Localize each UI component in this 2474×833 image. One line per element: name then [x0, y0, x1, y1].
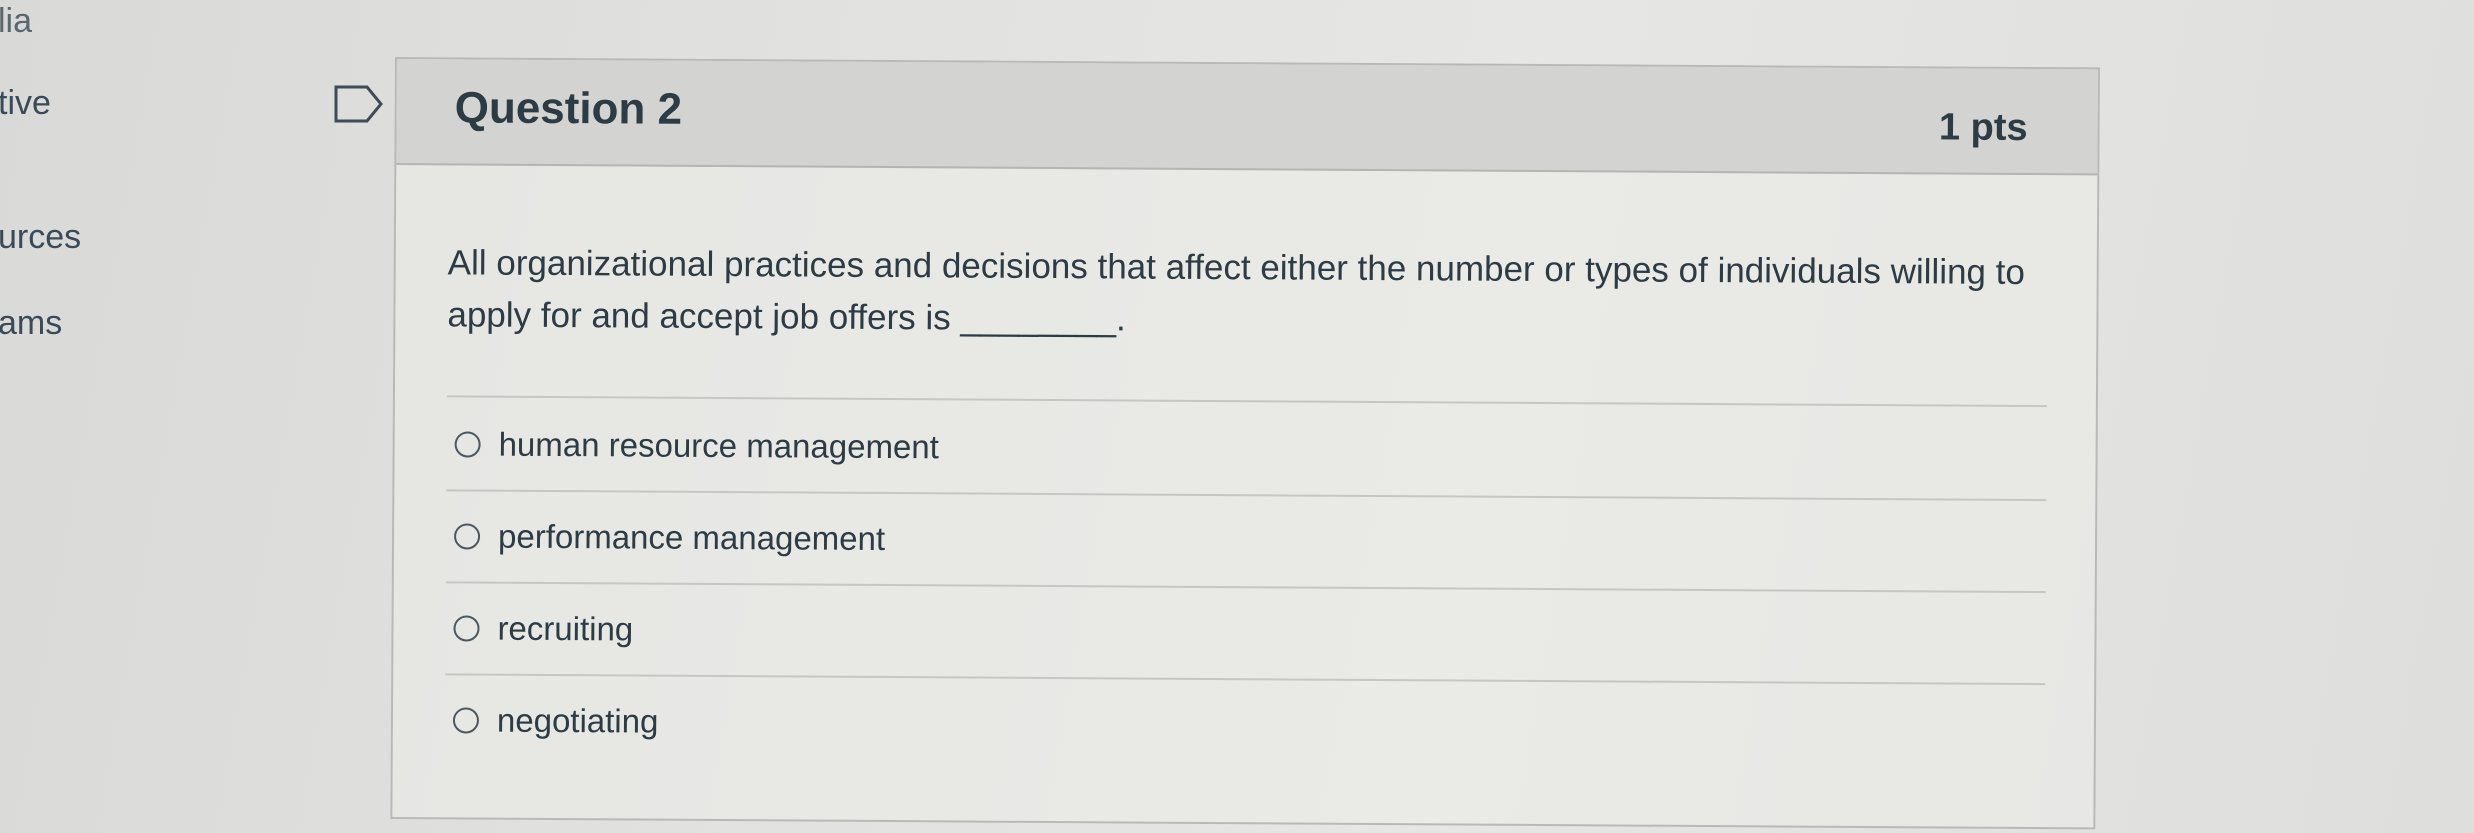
question-title: Question 2 [454, 83, 683, 134]
answer-divider [445, 581, 2046, 594]
answer-label: human resource management [498, 425, 939, 466]
answer-option[interactable]: performance management [453, 511, 886, 564]
question-text: All organizational practices and decisio… [447, 243, 2026, 339]
radio-unchecked-icon[interactable] [453, 615, 480, 642]
flag-icon[interactable] [333, 84, 385, 124]
radio-unchecked-icon[interactable] [452, 707, 480, 734]
radio-unchecked-icon[interactable] [453, 523, 481, 550]
answer-option[interactable]: recruiting [453, 603, 633, 654]
answer-option[interactable]: negotiating [452, 695, 659, 746]
answer-label: negotiating [496, 701, 659, 740]
nav-item-media[interactable]: lia [0, 2, 32, 41]
answer-divider [446, 395, 2047, 408]
radio-unchecked-icon[interactable] [454, 431, 481, 458]
nav-item-resources[interactable]: urces [0, 218, 81, 257]
answer-option[interactable]: human resource management [454, 419, 939, 472]
answer-divider [445, 673, 2046, 686]
question-points: 1 pts [1938, 106, 2028, 149]
question-header: Question 2 1 pts [396, 59, 2098, 176]
answer-divider [446, 489, 2047, 502]
course-navigation: lia tive urces ams [0, 0, 200, 833]
question-card: Question 2 1 pts All organizational prac… [390, 57, 2100, 830]
nav-item-exams[interactable]: ams [0, 304, 62, 343]
answer-label: recruiting [497, 609, 634, 648]
answer-label: performance management [497, 517, 886, 558]
nav-item-collaborative[interactable]: tive [0, 84, 51, 123]
